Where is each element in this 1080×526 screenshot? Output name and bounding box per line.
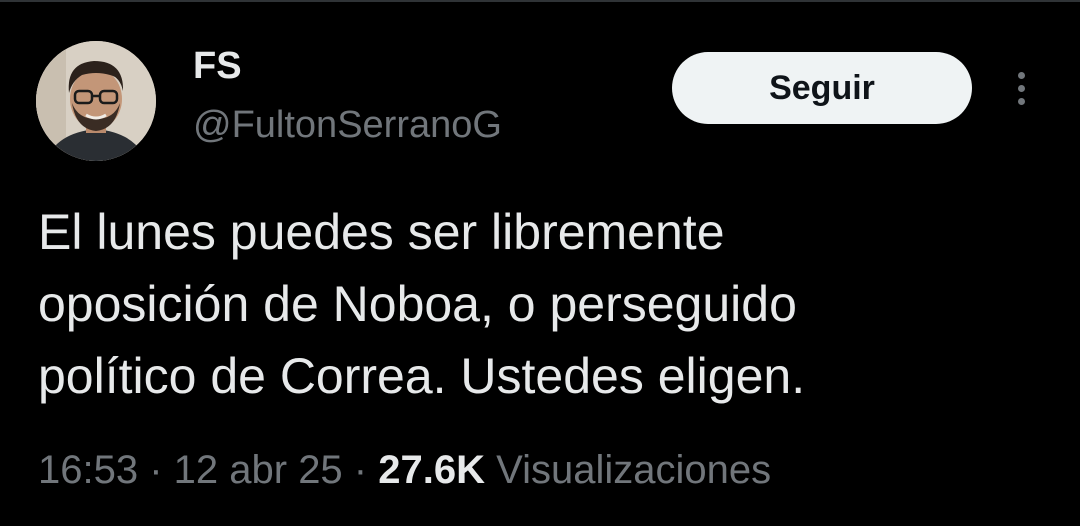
tweet-time[interactable]: 16:53 <box>38 448 138 492</box>
tweet-text-line: político de Correa. Ustedes eligen. <box>38 348 806 404</box>
more-vertical-icon-dot <box>1017 97 1025 105</box>
user-avatar-photo-icon <box>36 41 156 161</box>
avatar[interactable] <box>36 41 156 161</box>
top-divider <box>0 0 1080 2</box>
tweet-date[interactable]: 12 abr 25 <box>174 448 343 492</box>
author-display-name[interactable]: FS <box>193 40 242 92</box>
tweet-text-line: El lunes puedes ser libremente <box>38 204 725 260</box>
tweet-text: El lunes puedes ser libremente oposición… <box>38 196 1048 412</box>
tweet-meta: 16:53 · 12 abr 25 · 27.6K Visualizacione… <box>38 440 771 500</box>
follow-button[interactable]: Seguir <box>672 52 972 124</box>
more-options-button[interactable] <box>1001 66 1041 110</box>
meta-separator: · <box>138 448 174 492</box>
author-handle[interactable]: @FultonSerranoG <box>193 99 502 151</box>
tweet-text-line: oposición de Noboa, o perseguido <box>38 276 797 332</box>
views-count[interactable]: 27.6K <box>378 448 485 492</box>
meta-separator: · <box>342 448 379 492</box>
more-vertical-icon <box>1017 71 1025 79</box>
more-vertical-icon-dot <box>1017 84 1025 92</box>
views-label: Visualizaciones <box>496 448 772 492</box>
